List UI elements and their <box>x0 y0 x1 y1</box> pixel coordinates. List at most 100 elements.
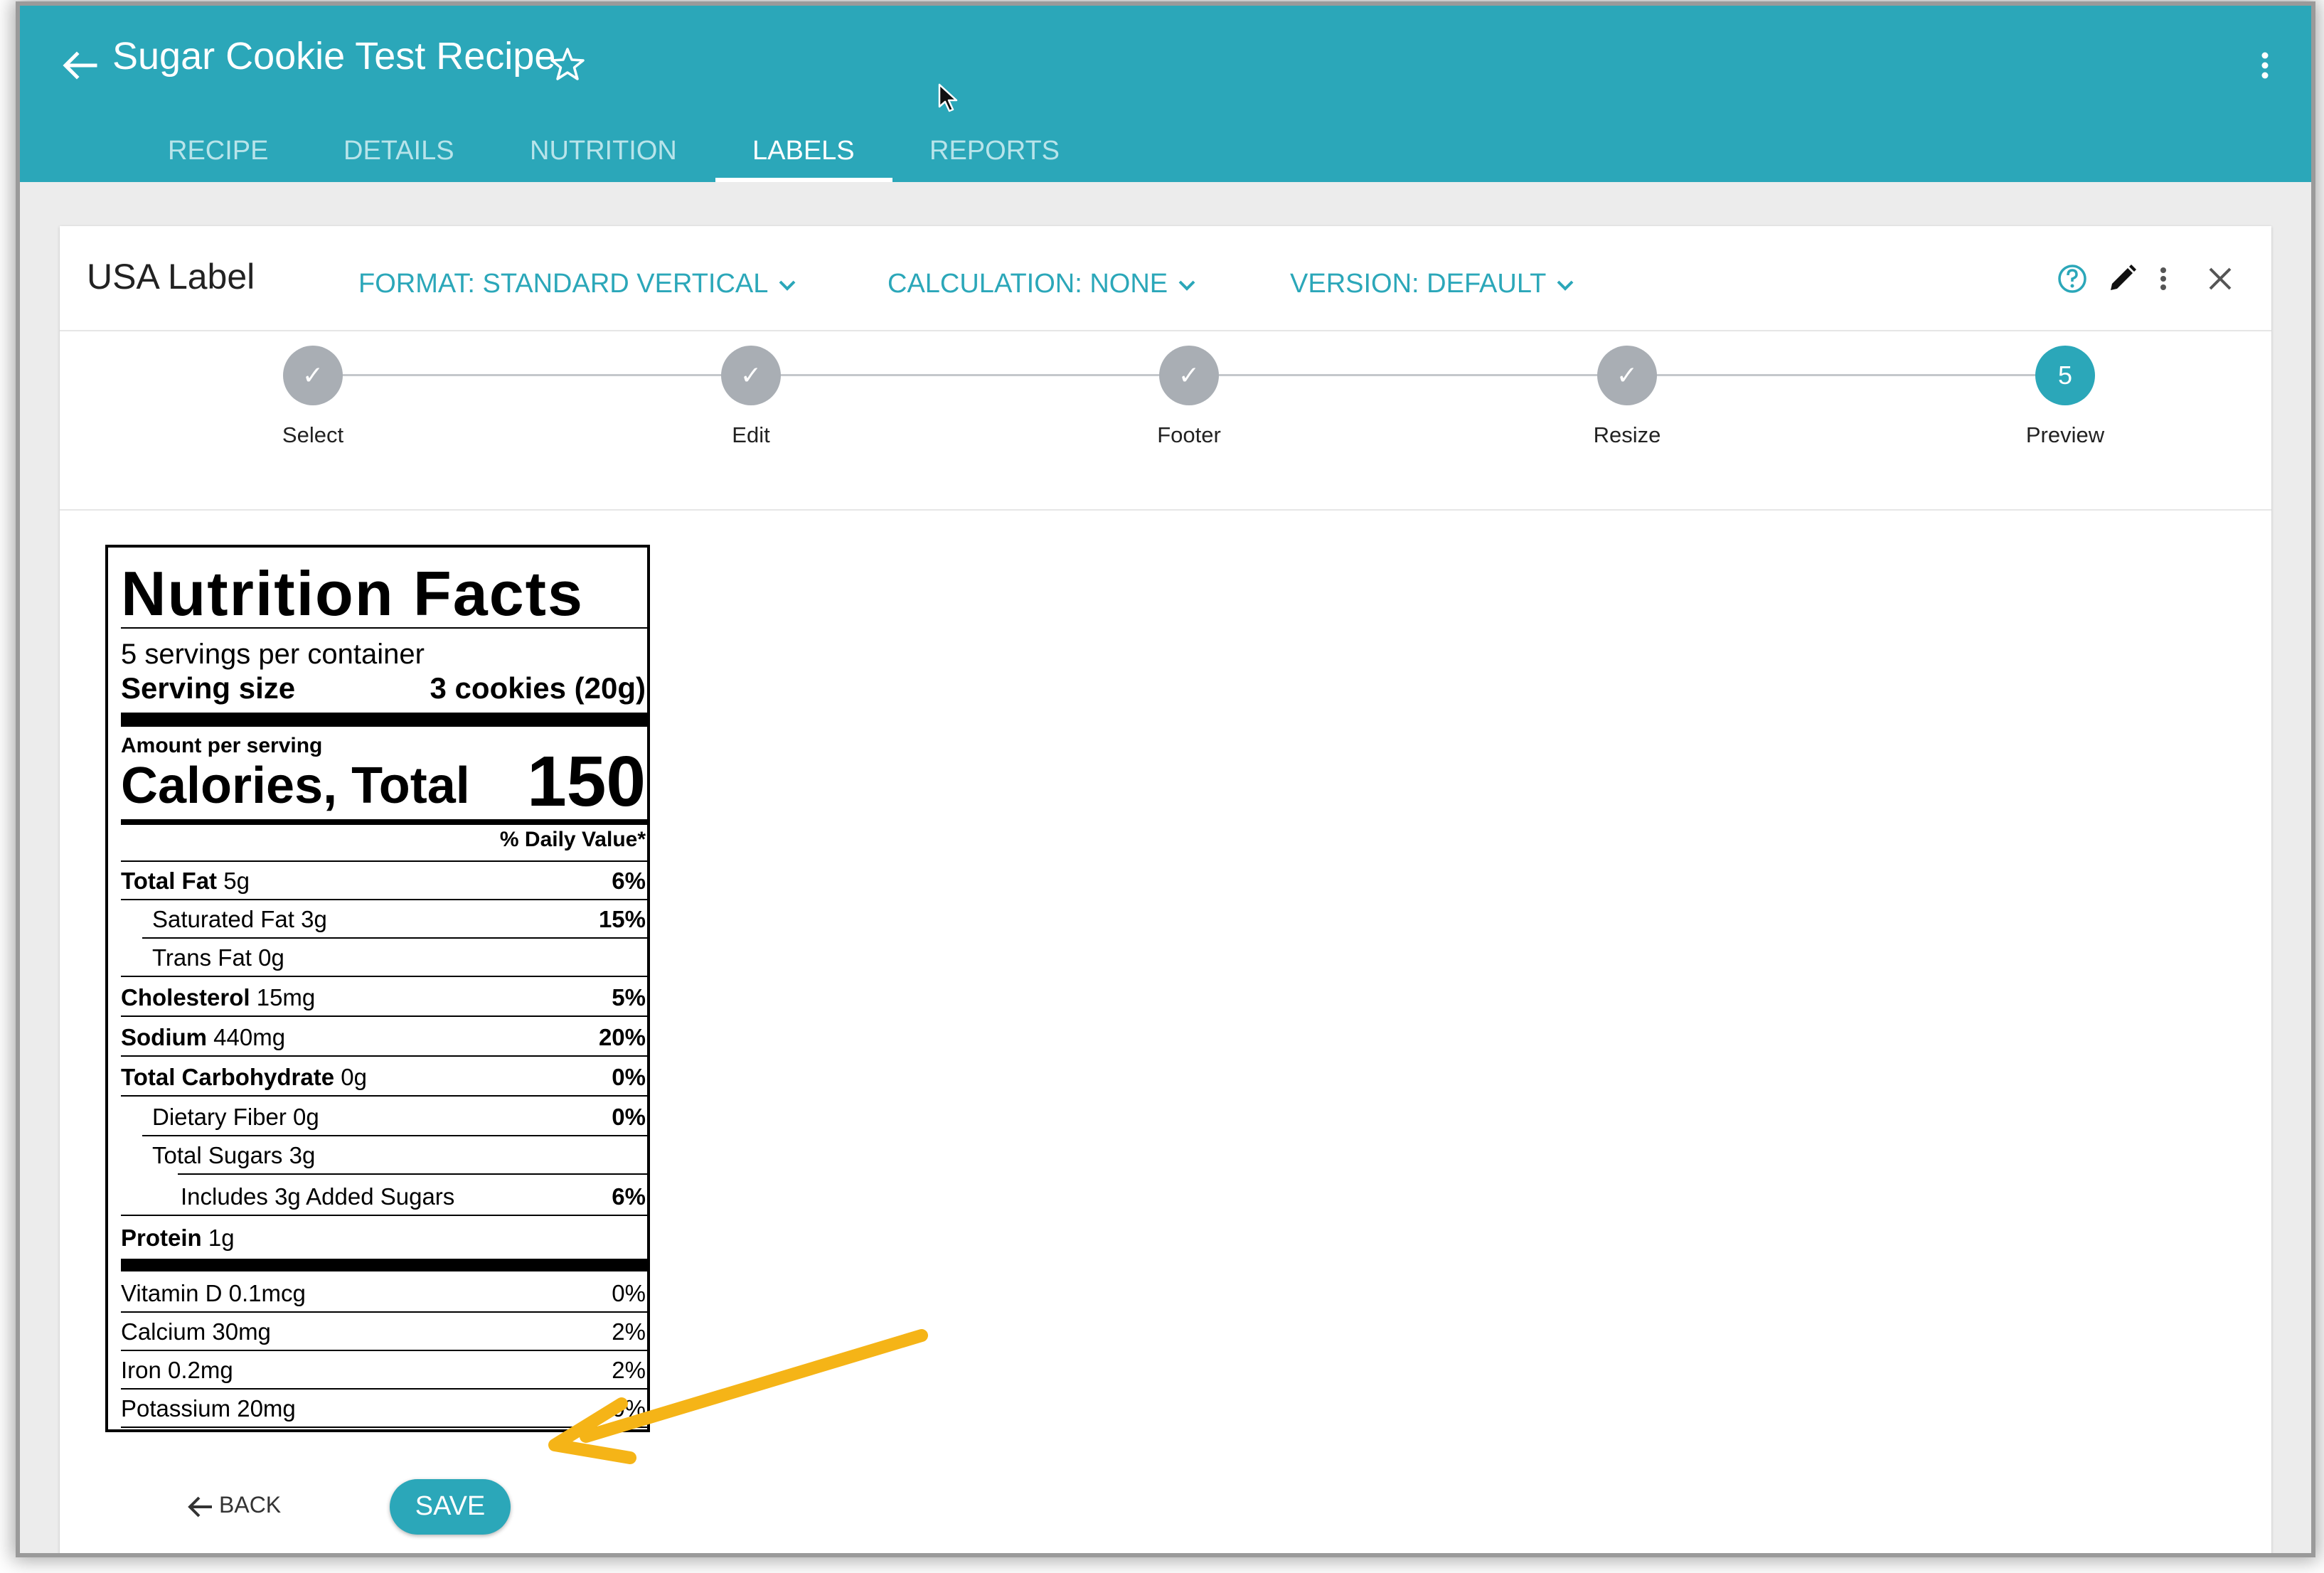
tab-reports[interactable]: REPORTS <box>892 119 1097 182</box>
vitamin-dv: 0% <box>612 1395 646 1422</box>
step-resize-label: Resize <box>1593 422 1661 447</box>
vitamin-row-vitamin-d: Vitamin D 0.1mcg 0% <box>121 1274 647 1313</box>
tab-labels[interactable]: LABELS <box>715 119 892 182</box>
thick-divider <box>121 1259 647 1271</box>
nutrient-dv: 6% <box>612 1183 646 1210</box>
nutrient-amount: 15mg <box>250 984 316 1011</box>
arrow-left-icon <box>188 1496 212 1517</box>
step-footer-label: Footer <box>1157 422 1221 447</box>
version-dropdown[interactable]: VERSION: DEFAULT <box>1290 269 1574 299</box>
nutrient-name: Saturated Fat 3g <box>152 906 327 932</box>
daily-value-header: % Daily Value* <box>499 828 646 851</box>
step-resize-circle[interactable]: ✓ <box>1597 346 1657 405</box>
vitamin-name: Potassium 20mg <box>121 1395 296 1422</box>
edit-pencil-icon[interactable] <box>2105 262 2139 296</box>
card-title: USA Label <box>87 257 255 297</box>
step-footer-circle[interactable]: ✓ <box>1159 346 1219 405</box>
app-window: Sugar Cookie Test Recipe RECIPE DETAILS … <box>20 6 2311 1553</box>
chevron-down-icon <box>779 280 796 291</box>
servings-per-container: 5 servings per container <box>121 639 425 670</box>
version-dropdown-label: VERSION: DEFAULT <box>1290 269 1547 299</box>
nutrient-row-trans-fat: Trans Fat 0g <box>121 939 647 977</box>
recipe-title: Sugar Cookie Test Recipe <box>112 35 556 78</box>
format-dropdown[interactable]: FORMAT: STANDARD VERTICAL <box>358 269 796 299</box>
label-stepper: ✓ Select ✓ Edit ✓ Footer ✓ Resize 5 Prev… <box>60 331 2271 511</box>
tab-recipe[interactable]: RECIPE <box>131 119 305 182</box>
chevron-down-icon <box>1178 280 1195 291</box>
help-icon[interactable] <box>2055 262 2089 296</box>
divider <box>121 627 647 629</box>
nutrient-dv: 20% <box>598 1024 646 1050</box>
nutrient-row-total-sugars: Total Sugars 3g <box>121 1136 647 1175</box>
nutrient-amount: 1g <box>201 1225 235 1251</box>
nutrient-row-protein: Protein 1g <box>121 1219 647 1257</box>
calories-label: Calories, Total <box>121 757 470 814</box>
nutrition-facts-label: Nutrition Facts 5 servings per container… <box>105 545 650 1432</box>
vitamin-dv: 0% <box>612 1280 646 1306</box>
vitamin-name: Vitamin D 0.1mcg <box>121 1280 306 1306</box>
vitamin-row-potassium: Potassium 20mg 0% <box>121 1390 647 1428</box>
nutrient-name: Sodium <box>121 1024 207 1050</box>
save-button[interactable]: SAVE <box>390 1479 511 1535</box>
nutrient-name: Dietary Fiber 0g <box>152 1104 319 1130</box>
calculation-dropdown[interactable]: CALCULATION: NONE <box>888 269 1196 299</box>
nutrient-row-added-sugars: Includes 3g Added Sugars 6% <box>121 1178 647 1216</box>
calculation-dropdown-label: CALCULATION: NONE <box>888 269 1168 299</box>
nutrient-name: Trans Fat 0g <box>152 944 284 971</box>
nutrient-row-total-carbohydrate: Total Carbohydrate 0g 0% <box>121 1058 647 1097</box>
vitamin-dv: 2% <box>612 1357 646 1383</box>
serving-size-value: 3 cookies (20g) <box>430 671 646 705</box>
more-options-icon[interactable] <box>2260 51 2270 80</box>
star-icon[interactable] <box>549 46 586 82</box>
nutrient-name: Total Sugars 3g <box>152 1142 316 1168</box>
nutrient-amount: 440mg <box>207 1024 286 1050</box>
nutrient-amount: 0g <box>334 1064 367 1090</box>
step-select-label: Select <box>282 422 344 447</box>
nutrient-dv: 0% <box>612 1104 646 1130</box>
serving-size-label: Serving size <box>121 671 296 705</box>
nutrient-amount: 5g <box>217 868 250 894</box>
nutrient-name: Protein <box>121 1225 202 1251</box>
nutrient-name: Cholesterol <box>121 984 250 1011</box>
mouse-cursor-icon <box>938 83 958 112</box>
nutrient-row-total-fat: Total Fat 5g 6% <box>121 862 647 900</box>
nutrition-facts-title: Nutrition Facts <box>121 558 584 629</box>
nutrient-name: Total Carbohydrate <box>121 1064 335 1090</box>
amount-per-serving: Amount per serving <box>121 734 323 757</box>
step-preview-circle[interactable]: 5 <box>2035 346 2095 405</box>
card-more-options-icon[interactable] <box>2156 262 2170 296</box>
nutrient-dv: 0% <box>612 1064 646 1090</box>
chevron-down-icon <box>1557 280 1574 291</box>
step-select-circle[interactable]: ✓ <box>283 346 343 405</box>
vitamin-name: Calcium 30mg <box>121 1318 271 1345</box>
back-arrow-icon[interactable] <box>60 50 100 81</box>
medium-divider <box>121 819 647 825</box>
tab-nutrition[interactable]: NUTRITION <box>493 119 714 182</box>
nutrient-row-cholesterol: Cholesterol 15mg 5% <box>121 979 647 1017</box>
nutrient-row-dietary-fiber: Dietary Fiber 0g 0% <box>121 1098 647 1136</box>
vitamin-row-calcium: Calcium 30mg 2% <box>121 1313 647 1351</box>
nutrient-row-sodium: Sodium 440mg 20% <box>121 1018 647 1057</box>
app-bar: Sugar Cookie Test Recipe RECIPE DETAILS … <box>20 6 2311 182</box>
step-edit-circle[interactable]: ✓ <box>721 346 781 405</box>
thick-divider <box>121 713 647 727</box>
card-header: USA Label FORMAT: STANDARD VERTICAL CALC… <box>60 226 2271 331</box>
back-button[interactable]: BACK <box>186 1492 281 1519</box>
nutrient-name: Total Fat <box>121 868 218 894</box>
nutrient-dv: 5% <box>612 984 646 1011</box>
vitamin-dv: 2% <box>612 1318 646 1345</box>
back-button-label: BACK <box>219 1492 282 1518</box>
nutrient-row-saturated-fat: Saturated Fat 3g 15% <box>121 900 647 939</box>
tab-details[interactable]: DETAILS <box>307 119 491 182</box>
vitamin-name: Iron 0.2mg <box>121 1357 233 1383</box>
format-dropdown-label: FORMAT: STANDARD VERTICAL <box>358 269 769 299</box>
step-preview-label: Preview <box>2025 422 2105 447</box>
calories-value: 150 <box>527 742 646 821</box>
nutrient-name: Includes 3g Added Sugars <box>181 1183 455 1210</box>
nutrient-dv: 15% <box>598 906 646 932</box>
nutrient-dv: 6% <box>612 868 646 894</box>
vitamin-row-iron: Iron 0.2mg 2% <box>121 1351 647 1390</box>
step-edit-label: Edit <box>732 422 770 447</box>
label-card: USA Label FORMAT: STANDARD VERTICAL CALC… <box>60 226 2271 1553</box>
close-icon[interactable] <box>2203 262 2237 296</box>
